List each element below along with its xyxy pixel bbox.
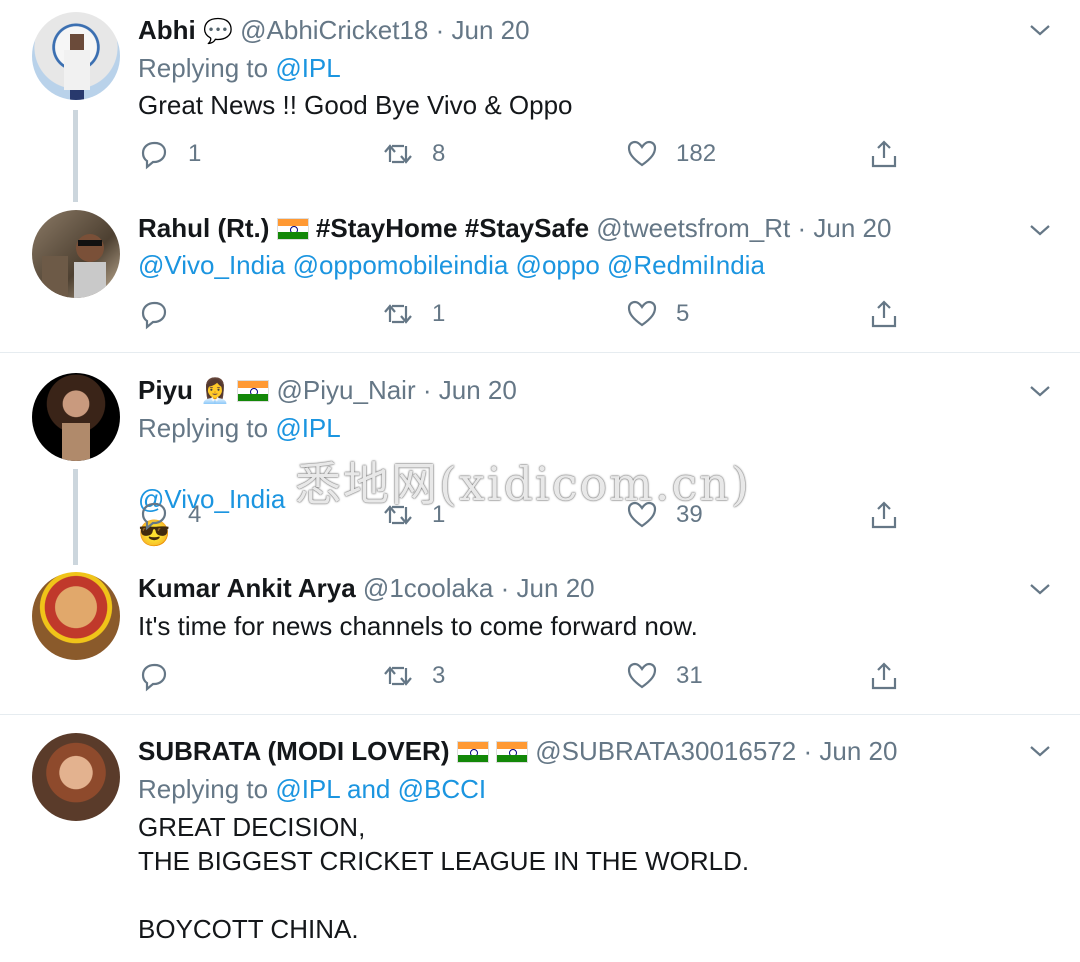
tweet-subrata[interactable]: SUBRATA (MODI LOVER) @SUBRATA30016572 · … xyxy=(0,715,1080,962)
india-flag-icon xyxy=(495,741,528,763)
tweet-rahul[interactable]: Rahul (Rt.) #StayHome #StaySafe @tweetsf… xyxy=(0,190,1080,352)
display-name-hashtags: #StayHome #StaySafe xyxy=(315,213,590,243)
timestamp[interactable]: Jun 20 xyxy=(439,375,517,405)
retweet-button[interactable]: 3 xyxy=(382,660,445,692)
display-name[interactable]: Kumar Ankit Arya xyxy=(138,573,356,603)
timestamp[interactable]: Jun 20 xyxy=(452,15,530,45)
chevron-down-icon[interactable] xyxy=(1028,18,1052,42)
retweet-button[interactable]: 1 xyxy=(382,298,445,330)
separator-dot: · xyxy=(803,736,813,766)
tweet-header: Abhi 💬 @AbhiCricket18 · Jun 20 xyxy=(138,14,530,48)
retweet-icon xyxy=(384,144,412,164)
like-count: 182 xyxy=(676,140,717,167)
replying-label: Replying to xyxy=(138,53,269,83)
reply-icon xyxy=(141,141,167,170)
share-button[interactable] xyxy=(868,499,900,531)
display-name[interactable]: Piyu xyxy=(138,375,193,405)
tweet-header: Rahul (Rt.) #StayHome #StaySafe @tweetsf… xyxy=(138,212,891,244)
like-button[interactable]: 5 xyxy=(626,298,689,330)
reply-button[interactable] xyxy=(138,298,188,330)
share-button[interactable] xyxy=(868,298,900,330)
watermark: 悉地网(xidicom.cn) xyxy=(295,457,751,511)
timestamp[interactable]: Jun 20 xyxy=(819,736,897,766)
tweet-text: Great News !! Good Bye Vivo & Oppo xyxy=(138,90,573,120)
retweet-button[interactable]: 8 xyxy=(382,138,445,170)
reply-button[interactable]: 4 xyxy=(138,499,201,531)
reply-button[interactable] xyxy=(138,660,188,692)
replying-label: Replying to xyxy=(138,413,269,443)
reply-count: 1 xyxy=(188,140,202,167)
share-icon xyxy=(871,662,897,690)
tweet-text: GREAT DECISION, THE BIGGEST CRICKET LEAG… xyxy=(138,812,750,944)
chevron-down-icon[interactable] xyxy=(1028,739,1052,763)
separator-dot: · xyxy=(435,15,445,45)
like-count: 31 xyxy=(676,662,703,689)
timestamp[interactable]: Jun 20 xyxy=(517,573,595,603)
retweet-count: 8 xyxy=(432,140,446,167)
replying-label: Replying to xyxy=(138,774,269,804)
india-flag-icon xyxy=(456,741,489,763)
handle[interactable]: @AbhiCricket18 xyxy=(240,15,428,45)
share-icon xyxy=(871,501,897,529)
share-icon xyxy=(871,140,897,168)
like-icon xyxy=(627,140,657,167)
timestamp[interactable]: Jun 20 xyxy=(813,213,891,243)
tweet-actions: 1 5 xyxy=(0,298,1080,338)
tweet-mentions[interactable]: @Vivo_India @oppomobileindia @oppo @Redm… xyxy=(138,248,765,282)
tweet-header: Piyu 👩‍💼 @Piyu_Nair · Jun 20 xyxy=(138,374,517,408)
handle[interactable]: @1coolaka xyxy=(363,573,493,603)
chevron-down-icon[interactable] xyxy=(1028,379,1052,403)
avatar[interactable] xyxy=(32,572,120,660)
like-button[interactable]: 182 xyxy=(626,138,716,170)
chevron-down-icon[interactable] xyxy=(1028,218,1052,242)
tweet-header: Kumar Ankit Arya @1coolaka · Jun 20 xyxy=(138,572,595,604)
avatar[interactable] xyxy=(32,373,120,461)
retweet-icon xyxy=(384,304,412,324)
avatar[interactable] xyxy=(32,12,120,100)
separator-dot: · xyxy=(500,573,510,603)
like-icon xyxy=(627,300,657,327)
person-emoji-icon: 👩‍💼 xyxy=(200,378,231,405)
like-button[interactable]: 31 xyxy=(626,660,703,692)
separator-dot: · xyxy=(797,213,807,243)
replying-to: Replying to @IPL and @BCCI xyxy=(138,773,486,805)
like-count: 5 xyxy=(676,300,690,327)
reply-icon xyxy=(141,502,167,531)
tweet-abhi[interactable]: Abhi 💬 @AbhiCricket18 · Jun 20 Replying … xyxy=(0,0,1080,202)
retweet-icon xyxy=(384,666,412,686)
replying-to: Replying to @IPL xyxy=(138,412,341,444)
handle[interactable]: @tweetsfrom_Rt xyxy=(596,213,790,243)
reply-count: 4 xyxy=(188,501,202,528)
display-name[interactable]: SUBRATA (MODI LOVER) xyxy=(138,736,450,766)
retweet-count: 1 xyxy=(432,300,446,327)
tweet-kumar[interactable]: Kumar Ankit Arya @1coolaka · Jun 20 It's… xyxy=(0,553,1080,713)
tweet-actions: 3 31 xyxy=(0,660,1080,700)
speech-bubble-icon: 💬 xyxy=(203,18,233,45)
reply-icon xyxy=(141,301,167,330)
share-icon xyxy=(871,300,897,328)
retweet-count: 3 xyxy=(432,662,446,689)
display-name[interactable]: Rahul (Rt.) xyxy=(138,213,269,243)
reply-mention[interactable]: @IPL and @BCCI xyxy=(275,774,486,804)
avatar[interactable] xyxy=(32,733,120,821)
display-name[interactable]: Abhi xyxy=(138,15,196,45)
handle[interactable]: @SUBRATA30016572 xyxy=(535,736,796,766)
reply-button[interactable]: 1 xyxy=(138,138,201,170)
india-flag-icon xyxy=(237,380,270,402)
reply-icon xyxy=(141,663,167,692)
avatar[interactable] xyxy=(32,210,120,298)
like-icon xyxy=(627,662,657,689)
india-flag-icon xyxy=(276,218,309,240)
tweet-actions: 1 8 182 xyxy=(0,138,1080,178)
reply-mention[interactable]: @IPL xyxy=(275,413,340,443)
share-button[interactable] xyxy=(868,138,900,170)
replying-to: Replying to @IPL xyxy=(138,52,341,84)
tweet-header: SUBRATA (MODI LOVER) @SUBRATA30016572 · … xyxy=(138,735,897,767)
reply-mention[interactable]: @IPL xyxy=(275,53,340,83)
tweet-text: It's time for news channels to come forw… xyxy=(138,611,698,641)
chevron-down-icon[interactable] xyxy=(1028,577,1052,601)
share-button[interactable] xyxy=(868,660,900,692)
separator-dot: · xyxy=(422,375,432,405)
handle[interactable]: @Piyu_Nair xyxy=(277,375,416,405)
